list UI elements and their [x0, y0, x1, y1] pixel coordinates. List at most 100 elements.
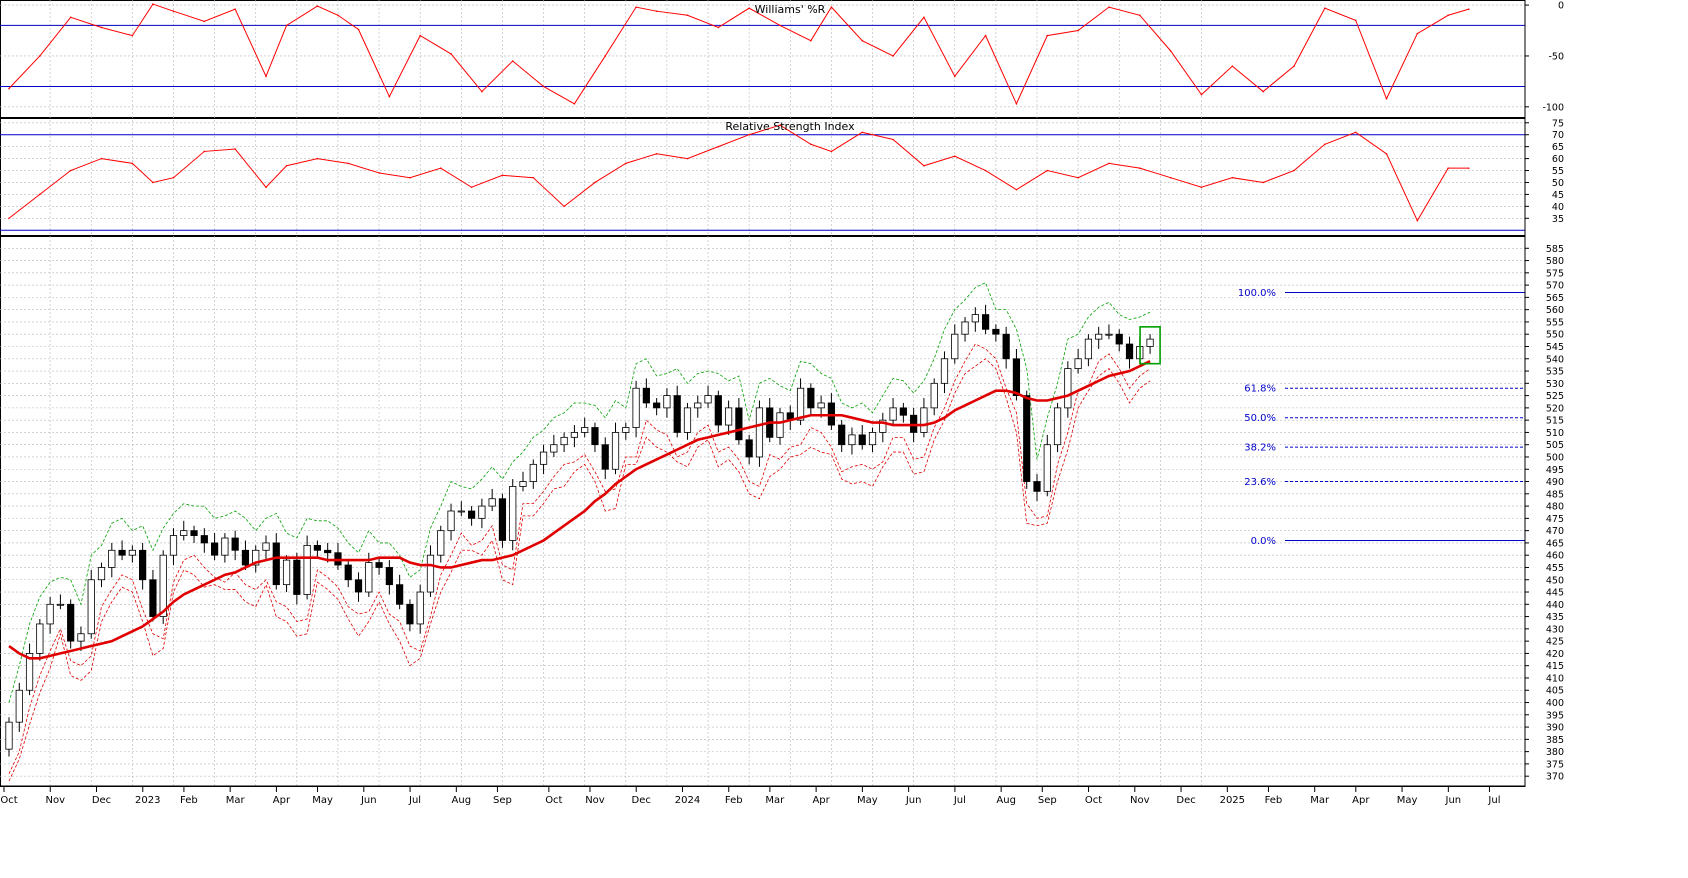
x-tick-label: Oct [545, 795, 562, 806]
candle-body [529, 463, 537, 482]
x-tick-label: Nov [585, 795, 605, 806]
fibonacci-level-label: 100.0% [1238, 288, 1276, 299]
candle-body [519, 481, 527, 487]
candle-body [118, 549, 126, 556]
candle-body [180, 530, 188, 536]
rsi-point [563, 205, 565, 208]
candle-body [632, 387, 640, 428]
price-y-tick-label: 550 [1546, 330, 1564, 341]
price-y-tick-label: 535 [1546, 367, 1564, 378]
rsi-point [1108, 162, 1110, 165]
candle-body [755, 407, 764, 458]
candle-body [46, 603, 54, 625]
price-y-tick-label: 435 [1546, 612, 1564, 623]
price-y-tick-label: 565 [1546, 293, 1564, 304]
candle-body [313, 544, 322, 551]
candle-body [149, 579, 157, 617]
williams-r-point [1293, 65, 1295, 67]
candle-body [694, 402, 702, 409]
candle-body [899, 407, 907, 416]
williams-r-point [152, 3, 154, 5]
candle-body [642, 387, 650, 404]
williams-r-point [69, 16, 72, 19]
x-tick-label: Jun [1445, 795, 1462, 806]
williams-r-point [1139, 14, 1141, 17]
x-tick-label: Oct [0, 795, 17, 806]
x-tick-label: Feb [180, 795, 198, 806]
price-y-tick-label: 495 [1546, 465, 1564, 476]
williams-r-point [388, 95, 391, 98]
price-y-tick-label: 570 [1546, 281, 1564, 292]
x-tick-label: Dec [1176, 795, 1195, 806]
rsi-point [1169, 176, 1172, 179]
rsi-point [347, 162, 350, 165]
candle-body [108, 549, 116, 568]
rsi-point [1139, 167, 1141, 169]
williams-r-point [419, 34, 422, 37]
williams-r-title: Williams' %R [755, 3, 826, 16]
rsi-y-tick-label: 70 [1552, 130, 1564, 141]
candle-body [1033, 481, 1041, 492]
price-y-tick-label: 515 [1546, 416, 1564, 427]
candle-body [139, 549, 147, 581]
candle-body [97, 567, 106, 581]
rsi-point [285, 164, 288, 167]
williams-r-point [8, 87, 10, 90]
x-tick-label: May [1397, 795, 1418, 806]
williams-r-y-tick-label: -50 [1548, 51, 1564, 62]
price-y-tick-label: 540 [1546, 354, 1564, 365]
williams-r-point [1447, 14, 1449, 17]
x-tick-label: Jul [953, 795, 966, 806]
price-y-tick-label: 500 [1546, 452, 1564, 463]
williams-r-point [172, 10, 175, 12]
x-tick-label: Mar [1310, 795, 1330, 806]
rsi-point [409, 176, 411, 179]
williams-r-point [861, 39, 864, 42]
candle-body [539, 451, 548, 465]
candle-body [581, 427, 589, 433]
rsi-point [1385, 153, 1388, 155]
price-y-tick-label: 480 [1546, 502, 1564, 513]
price-y-tick-label: 555 [1546, 317, 1564, 328]
williams-r-point [1077, 29, 1079, 32]
x-tick-label: May [857, 795, 878, 806]
rsi-frame [0, 118, 1526, 236]
price-y-tick-label: 370 [1546, 772, 1564, 783]
candle-body [241, 549, 250, 566]
rsi-point [953, 155, 956, 158]
williams-r-point [450, 53, 452, 55]
candle-body [303, 544, 311, 595]
candle-body [560, 436, 568, 446]
candle-body [447, 510, 455, 532]
fibonacci-level-label: 61.8% [1244, 384, 1276, 395]
candle-body [1043, 444, 1051, 492]
candle-body [930, 382, 938, 409]
price-y-tick-label: 510 [1546, 428, 1564, 439]
williams-r-point [1385, 97, 1388, 100]
x-tick-label: Jun [360, 795, 377, 806]
candle-body [426, 554, 435, 593]
williams-r-panel [0, 3, 1525, 105]
williams-r-point [830, 6, 833, 8]
williams-r-line [8, 3, 1469, 105]
candle-body [1146, 338, 1154, 347]
candle-body [457, 510, 465, 513]
x-tick-label: Dec [632, 795, 651, 806]
candle-body [570, 432, 579, 438]
lower-band-outer [8, 358, 1151, 782]
rsi-point [748, 133, 750, 136]
rsi-y-tick-label: 50 [1552, 178, 1564, 189]
rsi-point [1293, 169, 1295, 172]
candle-body [550, 444, 558, 453]
moving-average-line [8, 360, 1151, 660]
price-y-tick-label: 420 [1546, 649, 1564, 660]
x-tick-label: Apr [1352, 795, 1370, 806]
price-y-tick-label: 390 [1546, 723, 1564, 734]
rsi-y-tick-label: 60 [1552, 154, 1564, 165]
price-y-tick-label: 400 [1546, 698, 1564, 709]
candle-body [683, 407, 692, 433]
candle-body [992, 328, 1000, 335]
candle-body [868, 432, 877, 446]
candle-body [272, 542, 280, 586]
rsi-y-tick-label: 40 [1552, 202, 1564, 213]
